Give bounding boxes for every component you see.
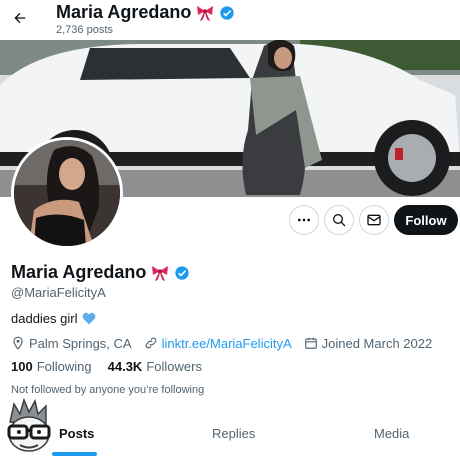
header-title-row: Maria Agredano	[56, 2, 235, 23]
follow-button[interactable]: Follow	[394, 205, 458, 235]
profile-handle: @MariaFelicityA	[11, 285, 106, 300]
posts-count: 2,736 posts	[56, 24, 113, 36]
followers-link[interactable]: 44.3K Followers	[108, 359, 202, 374]
following-link[interactable]: 100 Following	[11, 359, 92, 374]
search-button[interactable]	[324, 205, 354, 235]
link-text[interactable]: linktr.ee/MariaFelicityA	[162, 336, 292, 351]
profile-link[interactable]: linktr.ee/MariaFelicityA	[144, 336, 292, 351]
nerd-mascot-icon	[0, 398, 58, 456]
profile-name-row: Maria Agredano	[11, 262, 190, 283]
top-bar: Maria Agredano 2,736 posts	[0, 0, 460, 40]
blue-heart-icon	[82, 312, 96, 325]
message-icon	[366, 212, 382, 228]
location-icon	[11, 336, 25, 350]
verified-badge-icon[interactable]	[174, 265, 190, 281]
following-count: 100	[11, 359, 33, 374]
profile-bio: daddies girl	[11, 311, 96, 326]
active-tab-indicator	[52, 452, 97, 456]
bio-text: daddies girl	[11, 311, 78, 326]
joined-text: Joined March 2022	[321, 335, 433, 351]
tab-replies[interactable]: Replies	[212, 426, 255, 441]
link-icon	[144, 336, 158, 350]
header-title: Maria Agredano	[56, 2, 192, 22]
verified-badge-icon	[219, 5, 235, 21]
profile-meta: Palm Springs, CA linktr.ee/MariaFelicity…	[11, 334, 444, 352]
profile-name: Maria Agredano	[11, 262, 147, 282]
joined-date: Joined March 2022	[304, 335, 433, 351]
followers-label: Followers	[146, 359, 202, 374]
profile-actions: Follow	[0, 205, 460, 237]
profile-tabs: Posts Replies Media	[0, 412, 460, 460]
location: Palm Springs, CA	[11, 336, 132, 351]
search-icon	[331, 212, 347, 228]
tab-posts[interactable]: Posts	[59, 426, 94, 441]
not-followed-note: Not followed by anyone you’re following	[11, 384, 205, 396]
ribbon-icon	[150, 264, 170, 282]
more-button[interactable]	[289, 205, 319, 235]
following-label: Following	[36, 359, 92, 374]
more-icon	[296, 212, 312, 228]
ribbon-icon	[195, 4, 215, 22]
follow-counts: 100 Following 44.3K Followers	[11, 359, 218, 374]
followers-count: 44.3K	[107, 359, 143, 374]
message-button[interactable]	[359, 205, 389, 235]
calendar-icon	[304, 336, 318, 350]
location-text: Palm Springs, CA	[29, 335, 132, 351]
tab-media[interactable]: Media	[374, 426, 409, 441]
back-arrow-icon[interactable]	[8, 6, 32, 30]
